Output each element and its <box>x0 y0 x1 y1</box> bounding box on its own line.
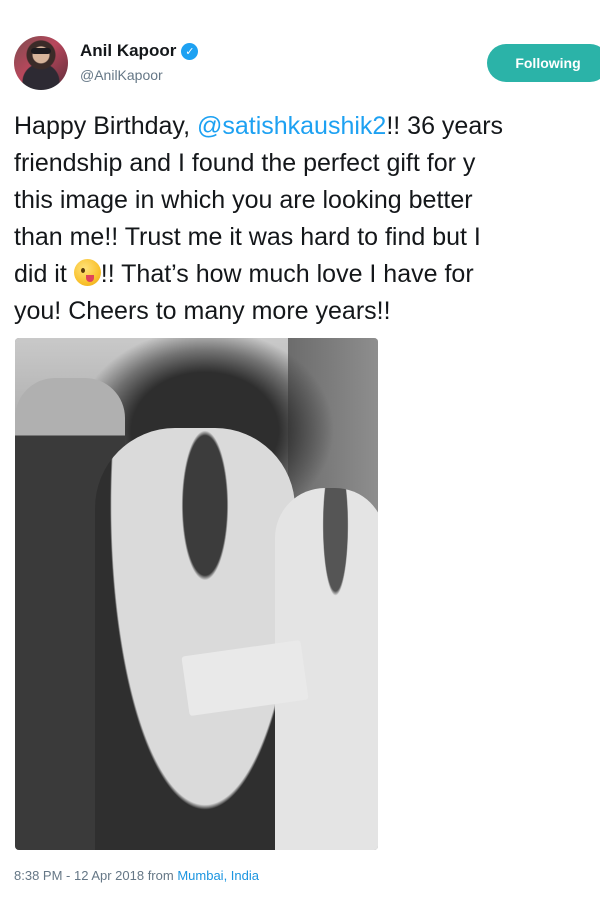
location-link[interactable]: Mumbai, India <box>177 868 259 883</box>
tweet-text-segment: !! 36 years <box>386 112 504 140</box>
tweet-line-4: than me!! Trust me it was hard to find b… <box>14 223 481 251</box>
name-row: Anil Kapoor ✓ <box>80 41 199 61</box>
tweet-line-3: this image in which you are looking bett… <box>14 186 473 214</box>
tweet-line-6: you! Cheers to many more years!! <box>14 297 391 325</box>
tweet-text-segment: !! That’s how much love I have for <box>100 260 474 288</box>
winking-tongue-emoji-icon <box>73 259 101 286</box>
tweet-line-5: did it !! That’s how much love I have fo… <box>14 256 600 293</box>
display-name[interactable]: Anil Kapoor <box>80 41 176 61</box>
tweet-text-segment: did it <box>14 260 74 288</box>
mention-link[interactable]: @satishkaushik2 <box>197 112 386 140</box>
tweet-text: Happy Birthday, @satishkaushik2!! 36 yea… <box>14 108 600 330</box>
following-button[interactable]: Following <box>487 44 600 82</box>
timestamp[interactable]: 8:38 PM - 12 Apr 2018 from <box>14 868 174 883</box>
tweet-header: Anil Kapoor ✓ @AnilKapoor Following <box>14 36 600 96</box>
tweet-text-segment: Happy Birthday, <box>14 112 197 140</box>
tweet-card: Anil Kapoor ✓ @AnilKapoor Following Happ… <box>0 0 600 900</box>
photo-person-middle <box>95 428 295 850</box>
tweet-line-2: friendship and I found the perfect gift … <box>14 149 476 177</box>
verified-icon: ✓ <box>181 42 199 60</box>
user-handle[interactable]: @AnilKapoor <box>80 67 163 83</box>
tweet-line-1: Happy Birthday, @satishkaushik2!! 36 yea… <box>14 108 600 145</box>
tweet-meta: 8:38 PM - 12 Apr 2018 from Mumbai, India <box>14 868 259 883</box>
avatar[interactable] <box>14 36 68 90</box>
tweet-photo[interactable] <box>15 338 378 850</box>
